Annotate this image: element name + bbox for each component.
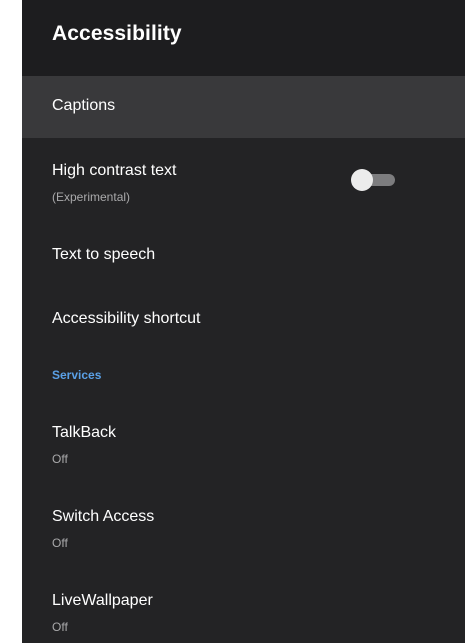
menu-item-talkback[interactable]: TalkBack Off [22,404,465,476]
menu-item-text-to-speech[interactable]: Text to speech [22,228,465,284]
page-title: Accessibility [52,22,182,45]
menu-item-captions-label: Captions [52,97,116,114]
menu-item-text-to-speech-label: Text to speech [52,246,156,263]
menu-item-captions[interactable]: Captions [22,76,465,138]
menu-item-livewallpaper-label: LiveWallpaper [52,592,153,609]
section-header-services: Services [52,368,102,382]
menu-item-talkback-label: TalkBack [52,424,117,441]
menu-item-high-contrast-label: High contrast text [52,162,177,179]
menu-item-high-contrast-subtitle: (Experimental) [52,190,131,204]
toggle-thumb [351,169,373,191]
menu-item-accessibility-shortcut[interactable]: Accessibility shortcut [22,292,465,348]
menu-item-switch-access[interactable]: Switch Access Off [22,489,465,561]
menu-item-switch-access-label: Switch Access [52,508,155,525]
high-contrast-toggle[interactable] [351,169,397,191]
menu-item-talkback-status: Off [52,452,68,466]
menu-item-accessibility-shortcut-label: Accessibility shortcut [52,310,201,327]
menu-item-livewallpaper-status: Off [52,620,68,634]
settings-panel: Accessibility Captions High contrast tex… [22,0,465,643]
menu-item-switch-access-status: Off [52,536,68,550]
menu-item-livewallpaper[interactable]: LiveWallpaper Off [22,573,465,643]
panel-header: Accessibility [22,0,465,76]
menu-item-high-contrast-text[interactable]: High contrast text (Experimental) [22,138,465,220]
